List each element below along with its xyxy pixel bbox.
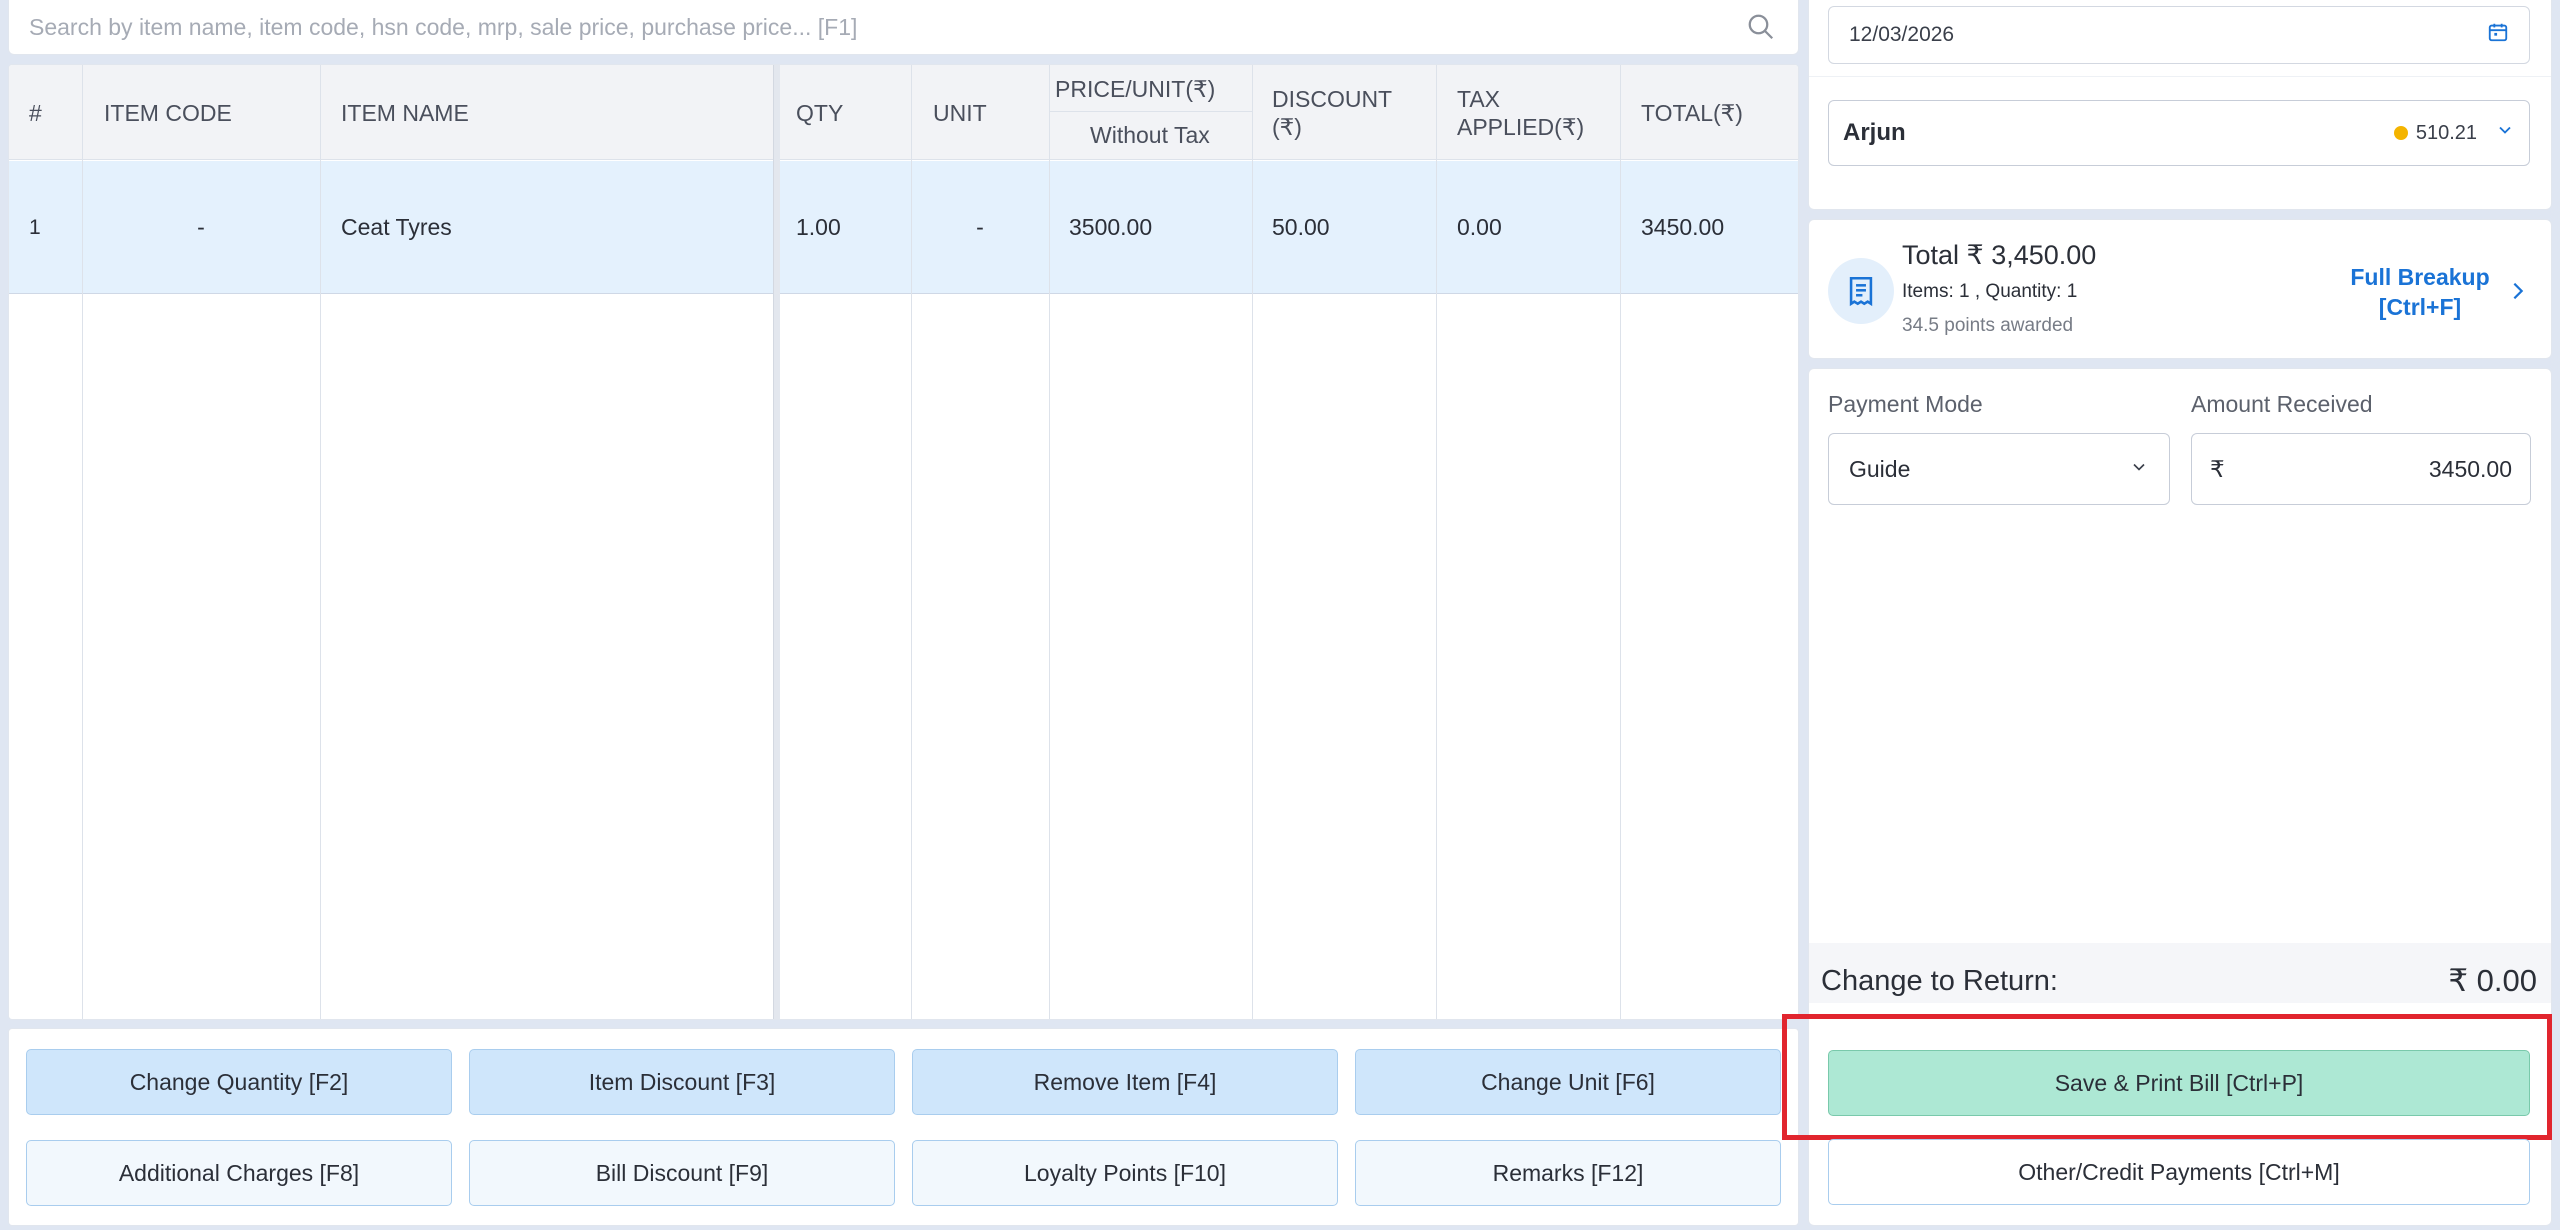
header-tax: TAX bbox=[1457, 86, 1501, 112]
items-quantity-count: Items: 1 , Quantity: 1 bbox=[1902, 281, 2078, 302]
header-item-name: ITEM NAME bbox=[341, 100, 469, 126]
invoice-details-panel: 12/03/2026 Arjun 510.21 bbox=[1808, 0, 2552, 210]
calendar-icon[interactable] bbox=[2487, 21, 2509, 49]
header-price: PRICE/UNIT(₹) bbox=[1055, 76, 1216, 102]
cell-discount: 50.00 bbox=[1272, 214, 1330, 240]
full-breakup-link[interactable]: Full Breakup [Ctrl+F] bbox=[2335, 262, 2505, 322]
item-search-input[interactable] bbox=[29, 13, 1744, 41]
header-tax-applied: APPLIED(₹) bbox=[1457, 114, 1585, 140]
full-breakup-label: Full Breakup bbox=[2350, 264, 2490, 290]
header-index: # bbox=[29, 100, 42, 126]
cell-item-name: Ceat Tyres bbox=[341, 214, 452, 240]
cell-item-code: - bbox=[197, 214, 205, 240]
chevron-down-icon[interactable] bbox=[2495, 120, 2515, 146]
loyalty-points-button[interactable]: Loyalty Points [F10] bbox=[912, 1140, 1338, 1206]
header-discount-unit: (₹) bbox=[1272, 114, 1302, 140]
payment-mode-label: Payment Mode bbox=[1828, 391, 1983, 417]
divider bbox=[1809, 76, 2551, 77]
cell-total: 3450.00 bbox=[1641, 214, 1725, 240]
customer-points: 510.21 bbox=[2415, 121, 2477, 144]
change-to-return-label: Change to Return: bbox=[1821, 965, 2058, 997]
header-discount: DISCOUNT bbox=[1272, 86, 1393, 112]
payment-mode-value: Guide bbox=[1849, 455, 1911, 482]
points-awarded: 34.5 points awarded bbox=[1902, 315, 2074, 336]
customer-name: Arjun bbox=[1843, 119, 1906, 146]
remarks-button[interactable]: Remarks [F12] bbox=[1355, 1140, 1781, 1206]
header-qty: QTY bbox=[796, 100, 844, 126]
amount-received-value[interactable]: 3450.00 bbox=[2429, 456, 2512, 483]
cell-qty: 1.00 bbox=[796, 214, 841, 240]
bill-total: Total ₹ 3,450.00 bbox=[1902, 240, 2097, 270]
full-breakup-shortcut: [Ctrl+F] bbox=[2378, 294, 2462, 320]
header-unit: UNIT bbox=[933, 100, 987, 126]
item-discount-button[interactable]: Item Discount [F3] bbox=[469, 1049, 895, 1115]
cell-price: 3500.00 bbox=[1069, 214, 1153, 240]
header-price-sub: Without Tax bbox=[1090, 122, 1210, 148]
column-resize-handle[interactable] bbox=[773, 65, 780, 1019]
bill-summary-card: Total ₹ 3,450.00 Items: 1 , Quantity: 1 … bbox=[1808, 219, 2552, 359]
cell-unit: - bbox=[976, 214, 984, 240]
payment-mode-select[interactable]: Guide bbox=[1828, 433, 2170, 505]
column-divider bbox=[1436, 65, 1437, 1019]
chevron-right-icon[interactable] bbox=[2507, 278, 2529, 309]
action-buttons-panel: Change Quantity [F2] Item Discount [F3] … bbox=[8, 1028, 1799, 1226]
currency-symbol: ₹ bbox=[2210, 455, 2225, 482]
invoice-date-field[interactable]: 12/03/2026 bbox=[1828, 6, 2530, 64]
customer-select[interactable]: Arjun 510.21 bbox=[1828, 100, 2530, 166]
column-divider bbox=[1252, 65, 1253, 1019]
header-item-code: ITEM CODE bbox=[104, 100, 232, 126]
change-unit-button[interactable]: Change Unit [F6] bbox=[1355, 1049, 1781, 1115]
column-divider bbox=[1620, 65, 1621, 1019]
change-to-return-value: ₹ 0.00 bbox=[2448, 963, 2537, 998]
item-search-bar[interactable] bbox=[8, 0, 1799, 55]
remove-item-button[interactable]: Remove Item [F4] bbox=[912, 1049, 1338, 1115]
price-header-divider bbox=[1050, 111, 1252, 112]
chevron-down-icon[interactable] bbox=[2129, 456, 2149, 483]
coin-icon bbox=[2393, 126, 2408, 140]
receipt-icon bbox=[1828, 258, 1894, 324]
invoice-date-value: 12/03/2026 bbox=[1849, 23, 1955, 46]
cell-index: 1 bbox=[29, 215, 41, 239]
amount-received-input[interactable]: ₹ 3450.00 bbox=[2191, 433, 2531, 505]
column-divider bbox=[320, 65, 321, 1019]
amount-received-label: Amount Received bbox=[2191, 391, 2373, 417]
bill-discount-button[interactable]: Bill Discount [F9] bbox=[469, 1140, 895, 1206]
additional-charges-button[interactable]: Additional Charges [F8] bbox=[26, 1140, 452, 1206]
save-print-bill-button[interactable]: Save & Print Bill [Ctrl+P] bbox=[1828, 1050, 2530, 1116]
change-quantity-button[interactable]: Change Quantity [F2] bbox=[26, 1049, 452, 1115]
search-icon[interactable] bbox=[1744, 10, 1778, 44]
header-total: TOTAL(₹) bbox=[1641, 100, 1743, 126]
items-table: # ITEM CODE ITEM NAME QTY UNIT PRICE/UNI… bbox=[8, 64, 1799, 1020]
column-divider bbox=[1049, 65, 1050, 1019]
cell-tax: 0.00 bbox=[1457, 214, 1502, 240]
other-credit-payments-button[interactable]: Other/Credit Payments [Ctrl+M] bbox=[1828, 1139, 2530, 1205]
